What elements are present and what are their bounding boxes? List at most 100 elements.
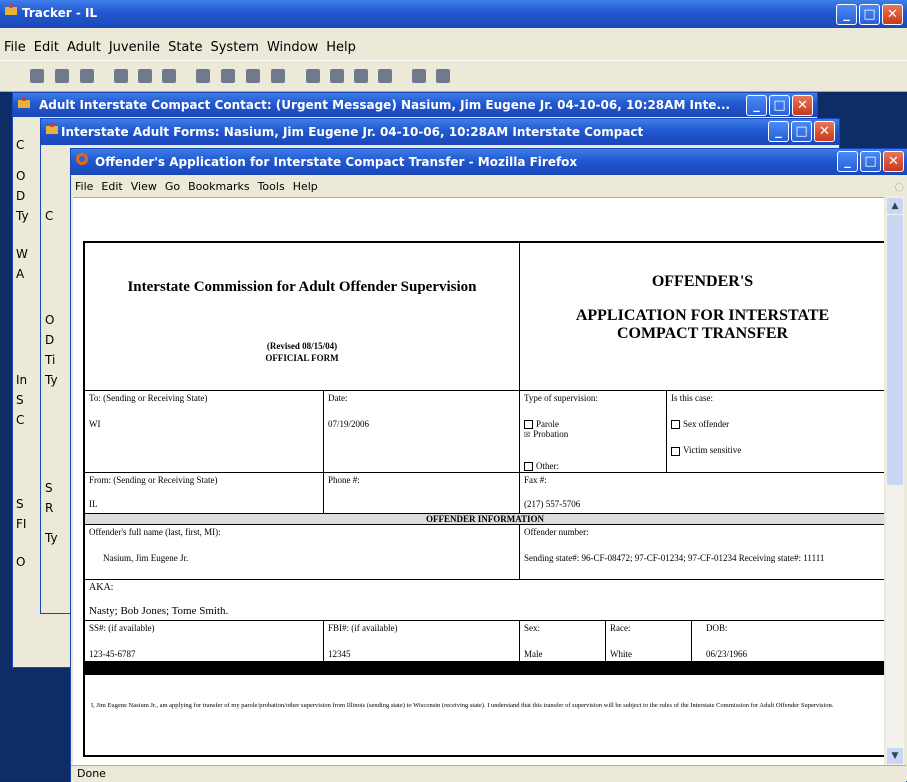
form-row-aka: AKA: Nasty; Bob Jones; Tome Smith. — [85, 579, 884, 620]
minimize-button[interactable]: _ — [746, 95, 767, 116]
paste-icon[interactable] — [162, 69, 176, 83]
ff-menu-view[interactable]: View — [127, 180, 161, 193]
adult-forms-titlebar[interactable]: Interstate Adult Forms: Nasium, Jim Euge… — [41, 119, 839, 145]
ss-value[interactable]: 123-45-6787 — [89, 649, 319, 659]
victim-sensitive-option[interactable]: Victim sensitive — [671, 445, 881, 456]
compact-contact-titlebar[interactable]: Adult Interstate Compact Contact: (Urgen… — [13, 93, 817, 117]
tracker-titlebar[interactable]: Tracker - IL _ □ ✕ — [0, 0, 907, 28]
page-content[interactable]: Interstate Commission for Adult Offender… — [73, 197, 884, 766]
cut-icon[interactable] — [114, 69, 128, 83]
firefox-titlebar[interactable]: Offender's Application for Interstate Co… — [71, 149, 907, 175]
probation-checkbox[interactable]: ☒ — [524, 431, 530, 439]
app-icon — [46, 123, 58, 134]
maximize-button[interactable]: □ — [769, 95, 790, 116]
to-value[interactable]: WI — [89, 419, 319, 429]
date-cell: Date: 07/19/2006 — [323, 391, 519, 472]
fax-label: Fax #: — [524, 475, 547, 485]
revised-date: (Revised 08/15/04) — [266, 341, 338, 351]
aka-value[interactable]: Nasty; Bob Jones; Tome Smith. — [89, 605, 881, 617]
sex-label: Sex: — [524, 623, 541, 633]
dob-cell: DOB: 06/23/1966 — [691, 621, 884, 661]
scroll-up-icon[interactable]: ▲ — [887, 198, 903, 214]
minimize-button[interactable]: _ — [768, 121, 789, 142]
aka-cell: AKA: Nasty; Bob Jones; Tome Smith. — [85, 580, 884, 620]
field-label: Ty — [45, 373, 58, 387]
minimize-button[interactable]: _ — [837, 151, 858, 172]
close-button[interactable]: ✕ — [814, 121, 835, 142]
form-title-line1: OFFENDER'S — [651, 273, 754, 290]
sex-cell: Sex: Male — [519, 621, 605, 661]
field-label: O — [16, 555, 26, 569]
field-label: A — [16, 267, 25, 281]
minimize-button[interactable]: _ — [836, 4, 857, 25]
grid-icon[interactable] — [196, 69, 210, 83]
offender-number-label: Offender number: — [524, 527, 589, 537]
menu-window[interactable]: Window — [263, 40, 322, 55]
form-row-name: Offender's full name (last, first, MI): … — [85, 524, 884, 579]
field-label: O — [16, 169, 26, 183]
paste-record-icon[interactable] — [271, 69, 285, 83]
zoom-out-icon[interactable] — [436, 69, 450, 83]
copy-record-icon[interactable] — [246, 69, 260, 83]
from-value[interactable]: IL — [89, 499, 319, 509]
sex-value[interactable]: Male — [524, 649, 601, 659]
ff-menu-file[interactable]: File — [71, 180, 97, 193]
first-record-icon[interactable] — [306, 69, 320, 83]
scrollbar-thumb[interactable] — [887, 215, 903, 485]
vertical-scrollbar[interactable]: ▲ ▼ — [886, 197, 904, 765]
toolbar — [0, 60, 907, 92]
menu-system[interactable]: System — [206, 40, 262, 55]
other-option[interactable]: Other: — [524, 461, 559, 471]
ff-menu-edit[interactable]: Edit — [97, 180, 126, 193]
menu-help[interactable]: Help — [322, 40, 360, 55]
previous-record-icon[interactable] — [330, 69, 344, 83]
menu-state[interactable]: State — [164, 40, 206, 55]
close-button[interactable]: ✕ — [792, 95, 813, 116]
firefox-icon — [76, 153, 88, 165]
dob-value[interactable]: 06/23/1966 — [706, 649, 881, 659]
ff-menu-go[interactable]: Go — [161, 180, 184, 193]
offender-number-cell: Offender number: Sending state#: 96-CF-0… — [519, 525, 884, 579]
menu-juvenile[interactable]: Juvenile — [105, 40, 164, 55]
offender-number-value[interactable]: Sending state#: 96-CF-08472; 97-CF-01234… — [524, 553, 881, 563]
fbi-cell: FBI#: (if available) 12345 — [323, 621, 519, 661]
maximize-button[interactable]: □ — [791, 121, 812, 142]
close-button[interactable]: ✕ — [882, 4, 903, 25]
ff-menu-bookmarks[interactable]: Bookmarks — [184, 180, 253, 193]
date-value[interactable]: 07/19/2006 — [328, 419, 515, 429]
save-icon[interactable] — [55, 69, 69, 83]
menu-file[interactable]: File — [0, 40, 30, 55]
parole-checkbox[interactable] — [524, 420, 533, 430]
close-button[interactable]: ✕ — [883, 151, 904, 172]
copy-icon[interactable] — [138, 69, 152, 83]
grid-add-icon[interactable] — [221, 69, 235, 83]
fax-value[interactable]: (217) 557-5706 — [524, 499, 881, 509]
form-title-line2: APPLICATION FOR INTERSTATE COMPACT TRANS… — [575, 307, 830, 342]
fbi-value[interactable]: 12345 — [328, 649, 515, 659]
sex-offender-option[interactable]: Sex offender — [671, 419, 881, 430]
tracker-menubar: File Edit Adult Juvenile State System Wi… — [0, 36, 907, 58]
menu-adult[interactable]: Adult — [63, 40, 105, 55]
name-value[interactable]: Nasium, Jim Eugene Jr. — [89, 553, 515, 563]
zoom-in-icon[interactable] — [412, 69, 426, 83]
menu-edit[interactable]: Edit — [30, 40, 63, 55]
probation-option[interactable]: ☒ Probation — [524, 429, 662, 439]
ff-menu-help[interactable]: Help — [289, 180, 322, 193]
next-record-icon[interactable] — [354, 69, 368, 83]
supervision-cell: Type of supervision: Parole ☒ Probation O… — [519, 391, 666, 472]
sex-offender-checkbox[interactable] — [671, 420, 680, 430]
last-record-icon[interactable] — [378, 69, 392, 83]
maximize-button[interactable]: □ — [859, 4, 880, 25]
delete-icon[interactable] — [80, 69, 94, 83]
maximize-button[interactable]: □ — [860, 151, 881, 172]
field-label: C — [45, 209, 54, 223]
other-checkbox[interactable] — [524, 462, 533, 471]
race-value[interactable]: White — [610, 649, 687, 659]
victim-sensitive-checkbox[interactable] — [671, 446, 680, 456]
firefox-window: Offender's Application for Interstate Co… — [70, 148, 907, 782]
parole-option[interactable]: Parole — [524, 419, 662, 430]
field-label: C — [16, 138, 25, 152]
ff-menu-tools[interactable]: Tools — [254, 180, 289, 193]
scroll-down-icon[interactable]: ▼ — [887, 748, 903, 764]
new-icon[interactable] — [30, 69, 44, 83]
